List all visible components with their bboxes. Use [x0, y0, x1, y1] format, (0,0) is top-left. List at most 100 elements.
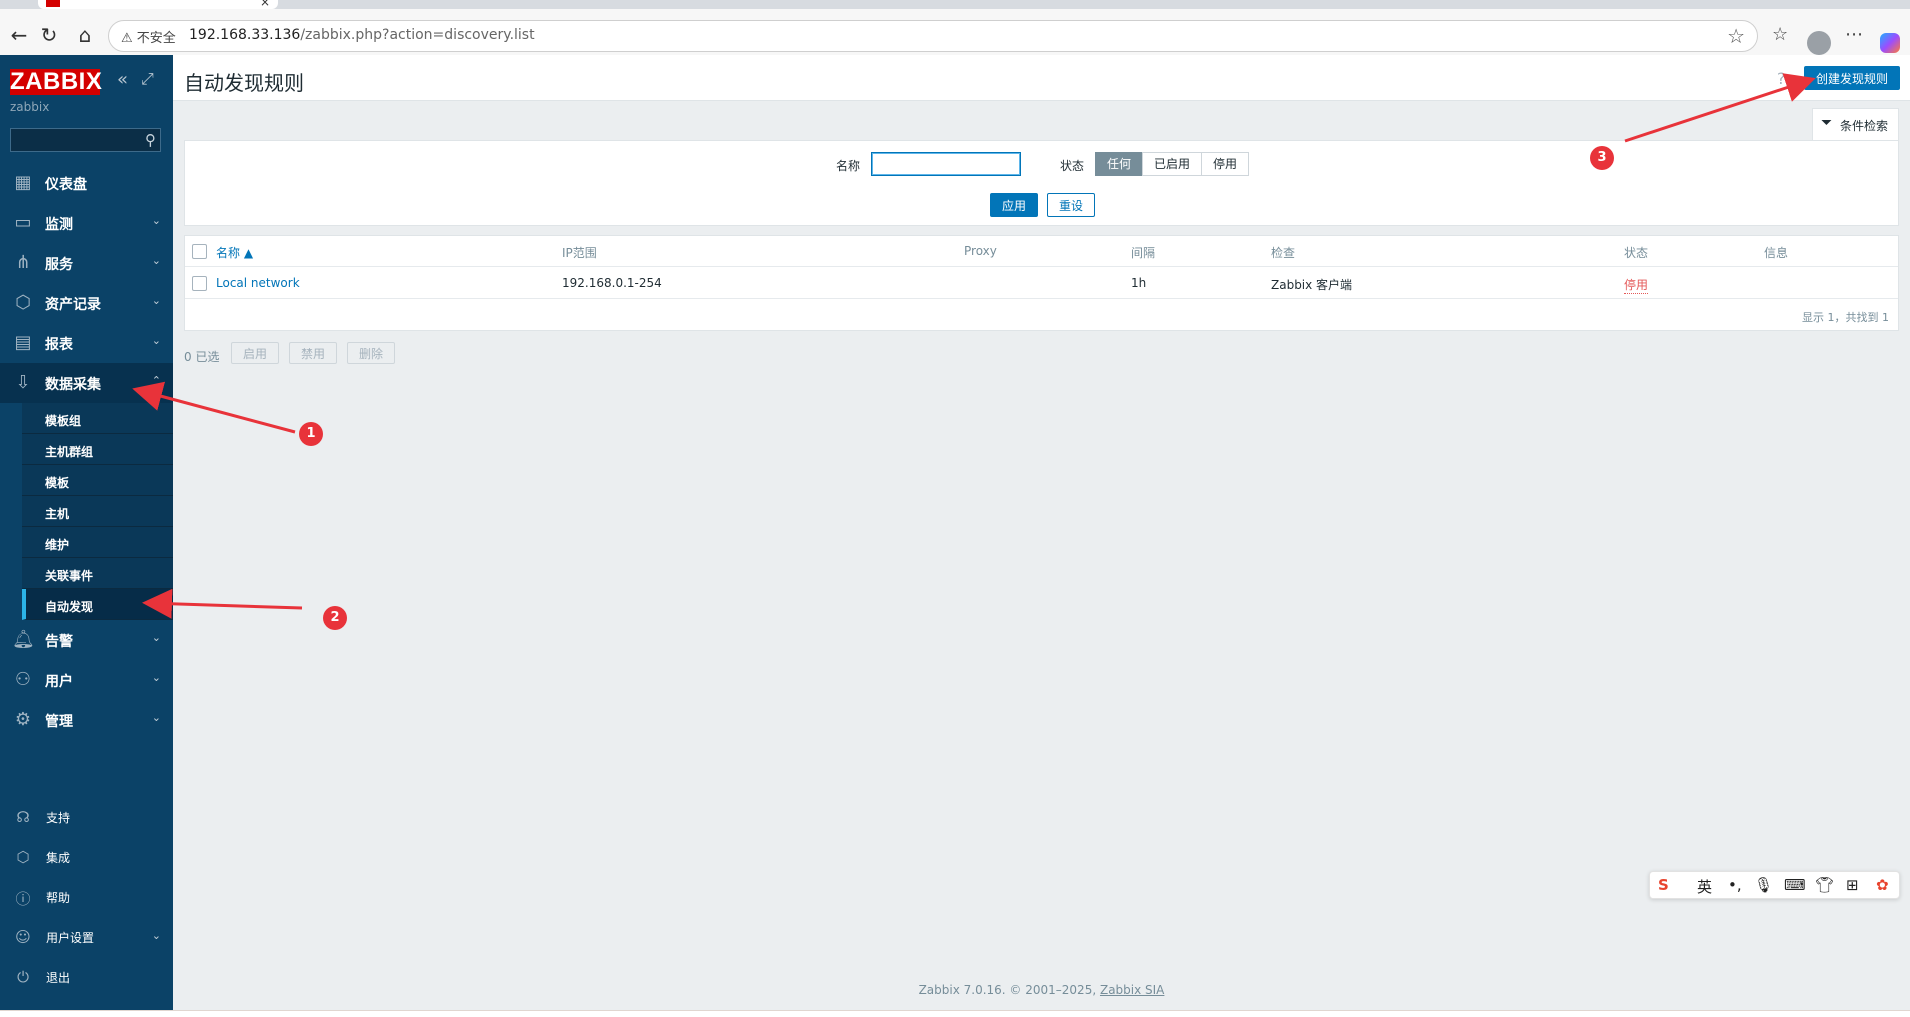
filter-name-input[interactable] [871, 152, 1021, 176]
sogou-logo-icon[interactable]: S [1658, 876, 1669, 894]
rule-status-toggle[interactable]: 停用 [1624, 276, 1649, 294]
microphone-icon[interactable]: 🎙︎ [1754, 876, 1773, 894]
favorite-star-icon[interactable]: ☆ [1727, 24, 1745, 48]
footer-copyright: Zabbix 7.0.16. © 2001–2025, [918, 983, 1097, 997]
zabbix-logo[interactable]: ZABBIX [10, 69, 102, 95]
menu-item-help[interactable]: ⓘ 帮助 [0, 877, 173, 917]
submenu-item-template-groups[interactable]: 模板组 [22, 403, 173, 434]
rule-ip-range: 192.168.0.1-254 [562, 276, 662, 290]
support-icon: ☊ [16, 808, 30, 826]
chevron-down-icon: ⌄ [151, 929, 161, 942]
mass-enable-button[interactable]: 启用 [231, 342, 279, 364]
close-icon[interactable]: × [260, 0, 270, 9]
browser-tab[interactable]: × [38, 0, 278, 9]
menu-label: 帮助 [46, 891, 71, 905]
submenu-item-templates[interactable]: 模板 [22, 465, 173, 496]
menu-item-inventory[interactable]: ⬡ 资产记录 ⌄ [0, 283, 173, 323]
menu-item-users[interactable]: ⚇ 用户 ⌄ [0, 660, 173, 700]
toolbox-icon[interactable]: ⊞ [1846, 876, 1859, 894]
collapse-sidebar-icon[interactable]: « [117, 69, 128, 90]
filter-panel: 名称 状态 任何 已启用 停用 应用 重设 [184, 140, 1899, 226]
menu-label: 报表 [45, 337, 73, 353]
rule-name-link[interactable]: Local network [216, 276, 300, 290]
menu-item-dashboard[interactable]: ▦ 仪表盘 [0, 163, 173, 203]
help-icon[interactable]: ? [1777, 69, 1786, 88]
submenu-item-discovery[interactable]: 自动发现 [22, 589, 173, 620]
chevron-up-icon: ⌃ [151, 374, 161, 387]
filter-tab-label: 条件检索 [1840, 119, 1889, 133]
submenu-item-event-correlation[interactable]: 关联事件 [22, 558, 173, 589]
filter-name-label: 名称 [836, 159, 861, 173]
favorites-icon[interactable]: ☆ [1772, 24, 1788, 45]
menu-item-alerts[interactable]: 🔔︎ 告警 ⌄ [0, 620, 173, 660]
filter-status-label: 状态 [1060, 159, 1085, 173]
kiosk-mode-icon[interactable]: ⤢ [141, 69, 154, 89]
menu-item-reports[interactable]: ▤ 报表 ⌄ [0, 323, 173, 363]
search-input[interactable]: ⚲ [10, 128, 161, 152]
menu-item-data-collection[interactable]: ⇩ 数据采集 ⌃ [0, 363, 173, 403]
mascot-icon[interactable]: ✿ [1876, 876, 1889, 894]
administration-icon: ⚙ [14, 709, 32, 730]
reload-icon[interactable]: ↻ [36, 22, 62, 48]
menu-label: 用户设置 [46, 931, 95, 945]
copilot-icon[interactable] [1880, 33, 1900, 53]
services-icon: ⋔ [15, 252, 31, 273]
mass-delete-button[interactable]: 删除 [347, 342, 395, 364]
submenu-item-hosts[interactable]: 主机 [22, 496, 173, 527]
data-collection-submenu: 模板组 主机群组 模板 主机 维护 关联事件 自动发现 [22, 403, 173, 620]
menu-item-support[interactable]: ☊ 支持 [0, 797, 173, 837]
create-discovery-rule-button[interactable]: 创建发现规则 [1804, 66, 1900, 90]
chevron-down-icon: ⌄ [151, 294, 161, 307]
user-settings-icon: ☺ [15, 928, 31, 946]
menu-label: 仪表盘 [45, 177, 87, 193]
submenu-item-maintenance[interactable]: 维护 [22, 527, 173, 558]
menu-label: 监测 [45, 217, 73, 233]
more-menu-icon[interactable]: ⋯ [1845, 24, 1863, 45]
menu-item-services[interactable]: ⋔ 服务 ⌄ [0, 243, 173, 283]
rule-interval: 1h [1131, 276, 1147, 290]
profile-avatar[interactable] [1807, 31, 1831, 55]
ime-language-toggle[interactable]: 英 [1697, 876, 1712, 897]
menu-label: 服务 [45, 257, 73, 273]
chevron-down-icon: ⌄ [151, 214, 161, 227]
menu-item-monitoring[interactable]: ▭ 监测 ⌄ [0, 203, 173, 243]
status-any-radio[interactable]: 任何 [1095, 152, 1143, 176]
discovery-rules-table: 名称 ▲ IP范围 Proxy 间隔 检查 状态 信息 Local networ… [184, 235, 1899, 331]
chevron-down-icon: ⌄ [151, 254, 161, 267]
back-icon[interactable]: ← [6, 22, 32, 48]
footer-company-link[interactable]: Zabbix SIA [1100, 983, 1164, 997]
chevron-down-icon: ⌄ [151, 711, 161, 724]
submenu-item-host-groups[interactable]: 主机群组 [22, 434, 173, 465]
dashboard-icon: ▦ [14, 172, 32, 193]
apply-button[interactable]: 应用 [990, 193, 1038, 217]
annotation-badge-3: 3 [1590, 146, 1614, 170]
menu-item-integrations[interactable]: ⬡ 集成 [0, 837, 173, 877]
menu-item-administration[interactable]: ⚙ 管理 ⌄ [0, 700, 173, 740]
help-icon: ⓘ [15, 890, 31, 908]
reset-button[interactable]: 重设 [1047, 193, 1095, 217]
mass-disable-button[interactable]: 禁用 [289, 342, 337, 364]
row-divider [185, 298, 1898, 299]
search-icon[interactable]: ⚲ [145, 131, 156, 149]
menu-item-user-settings[interactable]: ☺ 用户设置 ⌄ [0, 917, 173, 957]
column-header-name[interactable]: 名称 ▲ [216, 244, 253, 261]
url-input[interactable]: ⚠ 不安全 192.168.33.136/zabbix.php?action=d… [108, 20, 1758, 52]
punctuation-icon[interactable]: •, [1728, 876, 1742, 894]
skin-icon[interactable]: 👕︎ [1815, 876, 1834, 894]
menu-label: 告警 [45, 634, 73, 650]
status-enabled-radio[interactable]: 已启用 [1142, 152, 1202, 176]
signout-icon: ⏻ [17, 968, 29, 986]
column-header-info: 信息 [1764, 246, 1789, 260]
status-disabled-radio[interactable]: 停用 [1201, 152, 1249, 176]
row-checkbox[interactable] [192, 276, 207, 291]
select-all-checkbox[interactable] [192, 244, 207, 259]
filter-funnel-icon: ⏷ [1821, 115, 1833, 131]
filter-tab[interactable]: ⏷ 条件检索 [1812, 108, 1899, 140]
menu-label: 集成 [46, 851, 71, 865]
submenu-label: 关联事件 [45, 569, 94, 583]
menu-label: 数据采集 [45, 377, 101, 393]
home-icon[interactable]: ⌂ [72, 22, 98, 48]
menu-item-sign-out[interactable]: ⏻ 退出 [0, 957, 173, 997]
insecure-indicator[interactable]: ⚠ 不安全 [121, 27, 176, 46]
keyboard-icon[interactable]: ⌨ [1784, 876, 1806, 894]
